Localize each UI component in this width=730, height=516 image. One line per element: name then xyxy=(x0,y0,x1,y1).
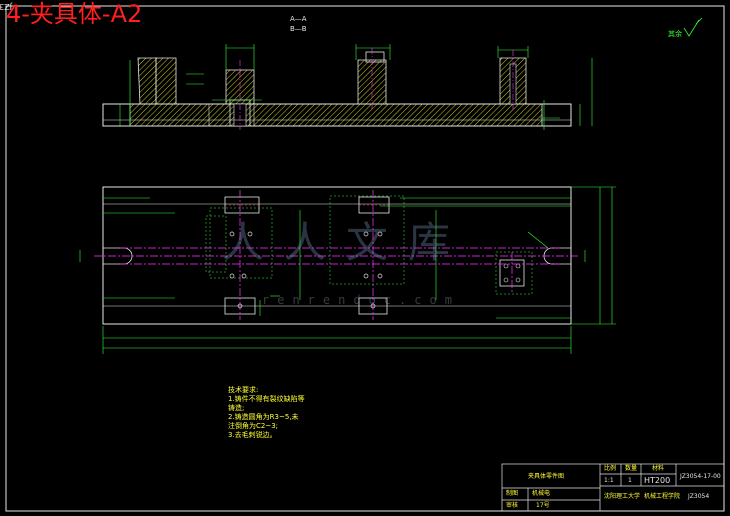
tech-req-line: 铸造; xyxy=(228,404,245,412)
material-value: HT200 xyxy=(644,476,671,485)
role-draw: 制图 xyxy=(506,490,519,497)
section-view xyxy=(102,44,593,130)
section-label-a: A—A xyxy=(290,15,307,23)
watermark-logo: 人人文库 xyxy=(222,218,471,267)
tech-req-title: 技术要求: xyxy=(228,386,259,394)
scale-value: 1:1 xyxy=(604,477,614,484)
dept-name: 机械工程学院 xyxy=(644,493,681,500)
roughness-note: 其余 xyxy=(668,30,682,38)
tech-req-line: 1.铸件不得有裂纹缺陷等 xyxy=(228,395,305,403)
project-code: JZ3054 xyxy=(688,493,710,500)
section-label-b: B—B xyxy=(290,25,307,33)
watermark-url: renrendoc.com xyxy=(262,293,460,307)
school-name: 沈阳理工大学 xyxy=(604,493,641,500)
role-review-value: 17号 xyxy=(536,502,550,509)
tech-req-line: 注倒角为C2~3; xyxy=(228,422,279,430)
qty-value: 1 xyxy=(628,477,632,484)
sheet-title: 4-夹具体-A2 xyxy=(6,0,143,28)
header-scale: 比例 xyxy=(604,465,617,472)
tech-req-line: 3.去毛刺锐边。 xyxy=(228,431,277,439)
plan-view xyxy=(79,186,616,354)
drawing-number: JZ3054-17-00 xyxy=(680,473,721,480)
part-name: 夹具体零件图 xyxy=(528,473,565,480)
role-draw-value: 机械电 xyxy=(532,490,551,497)
cad-drawing-sheet: { "sheet_title": "4-夹具体-A2", "corner_cod… xyxy=(0,0,730,516)
roughness-symbol xyxy=(683,17,703,37)
header-qty: 数量 xyxy=(625,465,638,472)
technical-requirements: 技术要求: 1.铸件不得有裂纹缺陷等 铸造; 2.铸造圆角为R3~5,未 注倒角… xyxy=(228,386,305,440)
tech-req-line: 2.铸造圆角为R3~5,未 xyxy=(228,413,299,421)
header-material: 材料 xyxy=(652,465,665,472)
role-review: 审核 xyxy=(506,502,519,509)
